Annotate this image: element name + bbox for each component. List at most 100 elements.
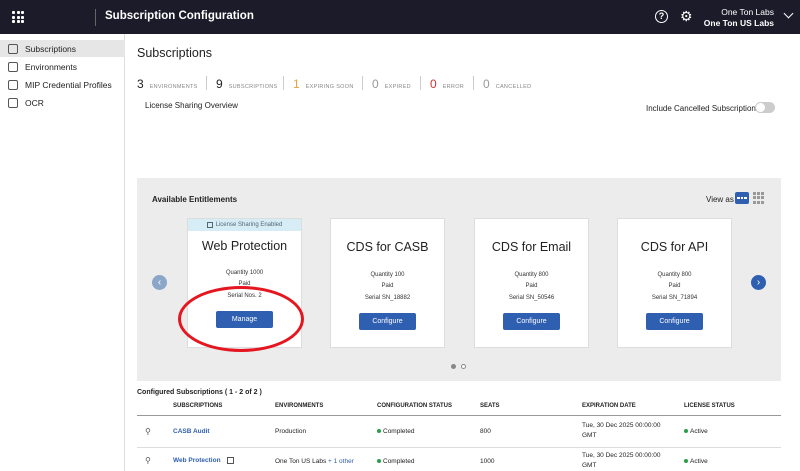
config-status-text: Completed: [383, 458, 415, 465]
license-sharing-banner: License Sharing Enabled: [188, 219, 301, 231]
entitlement-card-cds-for-casb: CDS for CASB Quantity 100 Paid Serial SN…: [330, 218, 445, 348]
expiration-date-line1: Tue, 30 Dec 2025 00:00:00: [582, 452, 661, 459]
environment-cell: Production: [275, 428, 307, 435]
environment-other-link[interactable]: + 1 other: [328, 458, 354, 465]
seats-cell: 1000: [480, 458, 495, 465]
stat-label: CANCELLED: [495, 84, 532, 90]
stat-error[interactable]: 0 ERROR: [430, 77, 464, 91]
column-header-environments[interactable]: ENVIRONMENTS: [275, 403, 323, 409]
seats-cell: 800: [480, 428, 491, 435]
column-header-license-status[interactable]: LICENSE STATUS: [684, 403, 735, 409]
org-tenant[interactable]: One Ton US Labs: [704, 18, 774, 28]
status-dot-icon: [684, 459, 688, 464]
environment-cell: One Ton US Labs + 1 other: [275, 458, 354, 465]
stat-divider: [420, 76, 421, 90]
license-status-cell: Active: [684, 428, 708, 435]
chevron-down-icon[interactable]: [783, 8, 794, 19]
annotation-circle: [178, 286, 304, 352]
entitlements-title: Available Entitlements: [152, 195, 238, 204]
column-header-expiration-date[interactable]: EXPIRATION DATE: [582, 403, 636, 409]
card-paid: Paid: [525, 283, 538, 289]
stat-divider: [362, 76, 363, 90]
sidebar-item-subscriptions[interactable]: Subscriptions: [0, 40, 125, 57]
configure-button[interactable]: Configure: [359, 313, 416, 330]
card-paid: Paid: [381, 283, 394, 289]
entitlement-card-cds-for-email: CDS for Email Quantity 800 Paid Serial S…: [474, 218, 589, 348]
row-divider: [137, 447, 781, 448]
stat-subscriptions[interactable]: 9 SUBSCRIPTIONS: [216, 77, 278, 91]
card-quantity: Quantity 800: [514, 272, 549, 278]
carousel-next-button[interactable]: ›: [751, 275, 766, 290]
license-status-text: Active: [690, 428, 708, 435]
column-header-seats[interactable]: SEATS: [480, 403, 500, 409]
card-quantity: Quantity 100: [370, 272, 405, 278]
card-serial: Serial SN_50546: [508, 295, 555, 301]
card-serial: Serial SN_71894: [651, 295, 698, 301]
stat-value: 9: [216, 77, 223, 91]
card-quantity: Quantity 800: [657, 272, 692, 278]
stat-expiring-soon[interactable]: 1 EXPIRING SOON: [293, 77, 354, 91]
status-dot-icon: [377, 459, 381, 464]
subscription-type-icon: ⚲: [145, 427, 151, 436]
sidebar-item-label: Subscriptions: [25, 43, 77, 54]
carousel-dot[interactable]: [461, 364, 466, 369]
app-title: Subscription Configuration: [105, 10, 254, 22]
ocr-icon: [8, 97, 18, 108]
configure-button[interactable]: Configure: [646, 313, 703, 330]
grid-icon[interactable]: [12, 11, 24, 23]
subscription-link-casb-audit[interactable]: CASB Audit: [173, 428, 210, 435]
status-dot-icon: [684, 429, 688, 434]
stat-label: EXPIRING SOON: [305, 84, 354, 90]
top-bar: Subscription Configuration ? ⚙ One Ton L…: [0, 0, 800, 34]
sidebar-item-label: OCR: [25, 97, 44, 108]
org-name[interactable]: One Ton Labs: [721, 7, 774, 17]
subscriptions-icon: [8, 43, 18, 54]
grid-view-icon[interactable]: [753, 192, 765, 204]
stat-divider: [283, 76, 284, 90]
sidebar: Subscriptions Environments MIP Credentia…: [0, 34, 125, 471]
stat-cancelled[interactable]: 0 CANCELLED: [483, 77, 531, 91]
expiration-date-line1: Tue, 30 Dec 2025 00:00:00: [582, 422, 661, 429]
credential-icon: [8, 79, 18, 90]
status-dot-icon: [377, 429, 381, 434]
gear-icon[interactable]: ⚙: [680, 8, 693, 25]
license-sharing-overview-heading: License Sharing Overview: [145, 101, 238, 110]
subscription-link-web-protection[interactable]: Web Protection: [173, 457, 221, 464]
sidebar-item-mip-credential-profiles[interactable]: MIP Credential Profiles: [0, 76, 125, 93]
card-serial: Serial SN_18882: [364, 295, 411, 301]
card-name: CDS for Email: [491, 240, 572, 254]
stat-expired[interactable]: 0 EXPIRED: [372, 77, 411, 91]
environments-icon: [8, 61, 18, 72]
view-as-label: View as: [706, 195, 734, 204]
header-divider: [95, 9, 96, 26]
sidebar-item-label: Environments: [25, 61, 77, 72]
entitlement-card-cds-for-api: CDS for API Quantity 800 Paid Serial SN_…: [617, 218, 732, 348]
main-content: Subscriptions 3 ENVIRONMENTS 9 SUBSCRIPT…: [126, 34, 800, 471]
carousel-dot-active[interactable]: [451, 364, 456, 369]
stat-divider: [206, 76, 207, 90]
stat-value: 0: [430, 77, 437, 91]
include-cancelled-toggle[interactable]: [755, 102, 775, 113]
stat-value: 3: [137, 77, 144, 91]
sidebar-item-label: MIP Credential Profiles: [25, 79, 112, 90]
stat-divider: [473, 76, 474, 90]
page-title: Subscriptions: [137, 46, 213, 60]
environment-name: One Ton US Labs: [275, 458, 327, 465]
card-name: Web Protection: [201, 239, 288, 253]
edit-icon[interactable]: [227, 457, 234, 464]
include-cancelled-label: Include Cancelled Subscriptions: [646, 104, 760, 113]
sidebar-item-ocr[interactable]: OCR: [0, 94, 125, 111]
stat-label: EXPIRED: [384, 84, 411, 90]
help-icon[interactable]: ?: [655, 10, 668, 23]
expiration-date-line2: GMT: [582, 462, 597, 469]
configure-button[interactable]: Configure: [503, 313, 560, 330]
column-header-configuration-status[interactable]: CONFIGURATION STATUS: [377, 403, 452, 409]
card-view-icon[interactable]: [735, 192, 749, 204]
banner-label: License Sharing Enabled: [215, 222, 283, 228]
carousel-prev-button[interactable]: ‹: [152, 275, 167, 290]
column-header-subscriptions[interactable]: SUBSCRIPTIONS: [173, 403, 222, 409]
stat-environments[interactable]: 3 ENVIRONMENTS: [137, 77, 198, 91]
sidebar-item-environments[interactable]: Environments: [0, 58, 125, 75]
license-status-text: Active: [690, 458, 708, 465]
stat-value: 0: [372, 77, 379, 91]
